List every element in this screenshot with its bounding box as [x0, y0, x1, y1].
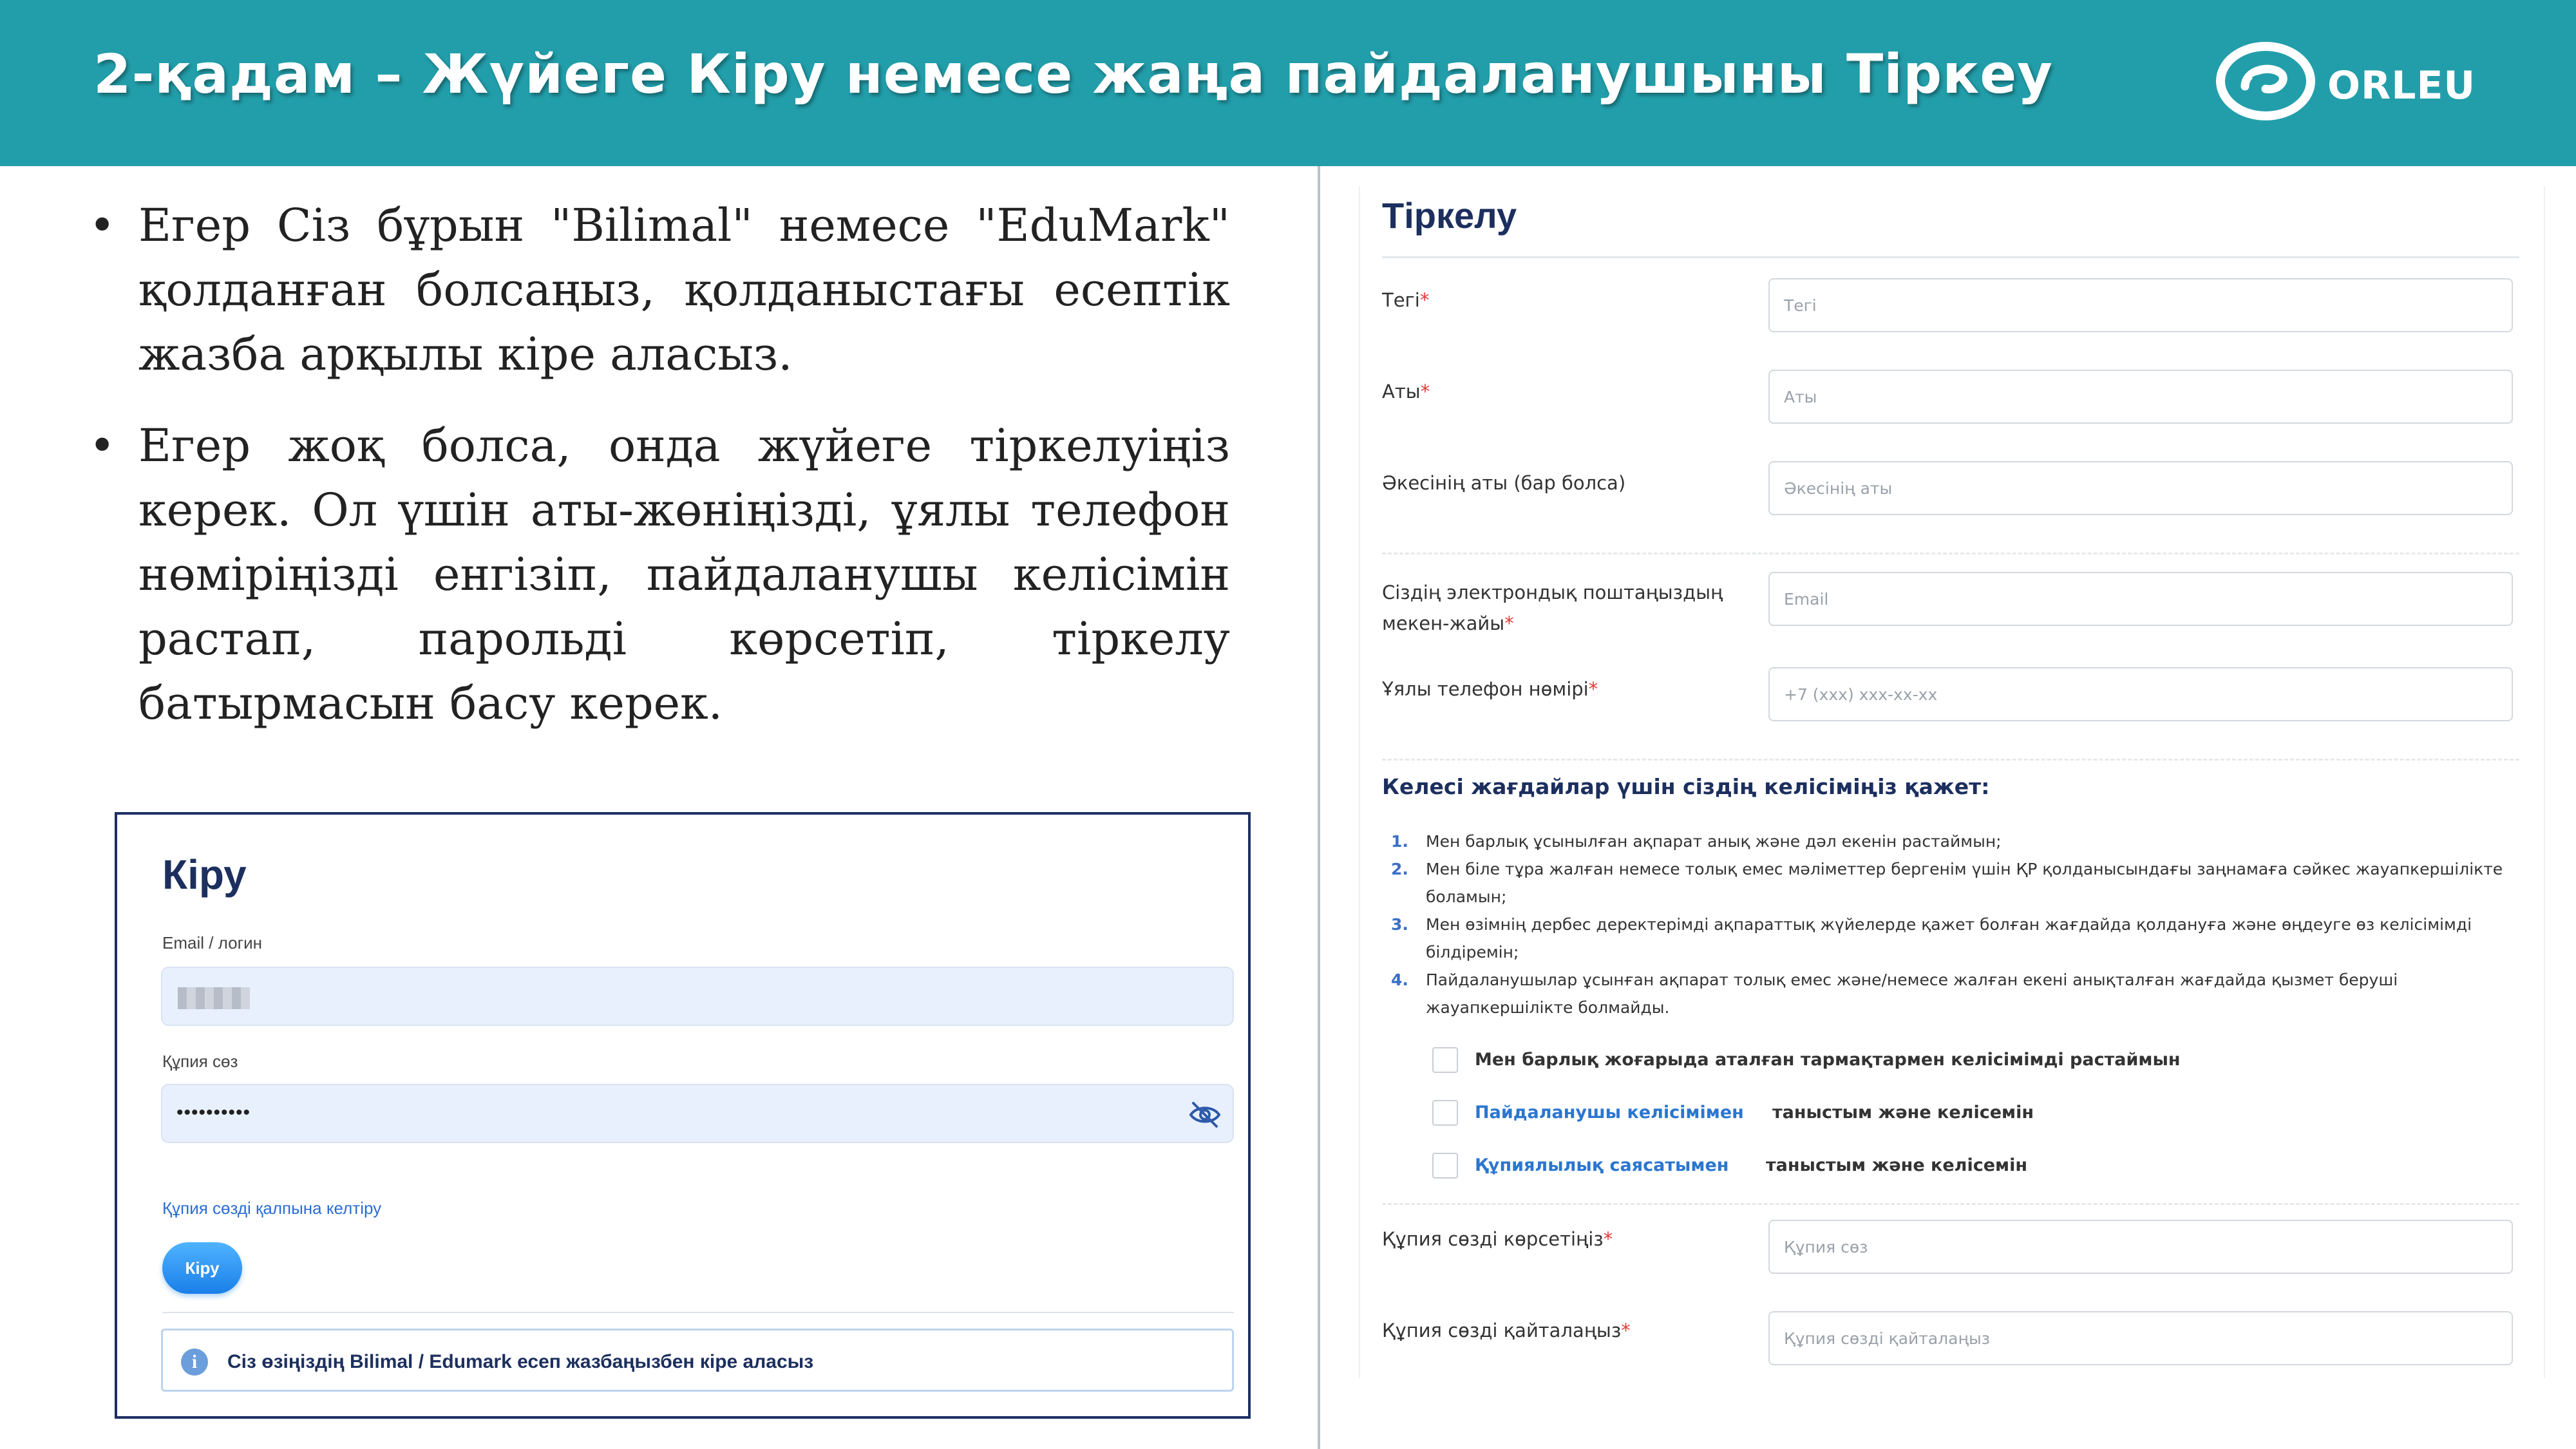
registration-title: Тіркелу: [1382, 195, 1517, 236]
list-item: 2. Мен біле тұра жалған немесе толық емес…: [1391, 860, 2503, 906]
password-input[interactable]: ••••••••••: [161, 1084, 1234, 1143]
privacy-policy-checkbox[interactable]: [1432, 1153, 1458, 1179]
email-label: Email / логин: [162, 933, 262, 952]
email-label: Сіздің электрондық поштаңыздың мекен-жай…: [1382, 582, 1723, 634]
info-text: Сіз өзіңіздің Bilimal / Edumark есеп жаз…: [227, 1351, 814, 1372]
list-item: 4. Пайдаланушылар ұсынған ақпарат толық е…: [1391, 971, 2398, 1017]
bullet-item: • Егер Сіз бұрын "Bilimal" немесе "EduMa…: [84, 193, 1230, 386]
column-divider: [1318, 166, 1320, 1449]
list-item: 3. Мен өзімнің дербес деректерімді ақпара…: [1391, 915, 2472, 961]
first-name-label: Аты*: [1382, 381, 1430, 402]
phone-input[interactable]: +7 (xxx) xxx-xx-xx: [1768, 667, 2513, 721]
bullet-text: Егер Сіз бұрын "Bilimal" немесе "EduMark…: [138, 199, 1230, 381]
surname-input[interactable]: Тегі: [1768, 278, 2513, 332]
user-agreement-checkbox[interactable]: [1432, 1100, 1458, 1126]
first-name-input[interactable]: Аты: [1768, 370, 2513, 424]
patronymic-label: Әкесінің аты (бар болса): [1382, 472, 1626, 494]
password-label: Құпия сөзді көрсетіңіз*: [1382, 1228, 1613, 1250]
patronymic-input[interactable]: Әкесінің аты: [1768, 461, 2513, 515]
login-divider: [162, 1312, 1234, 1313]
info-icon: i: [181, 1349, 208, 1376]
bullet-marker: •: [89, 419, 116, 472]
info-alert: i Сіз өзіңіздің Bilimal / Edumark есеп ж…: [161, 1329, 1234, 1392]
bullet-list: • Егер Сіз бұрын "Bilimal" немесе "EduMa…: [84, 193, 1230, 762]
login-card: Кіру Email / логин Құпия сөз •••••••••• …: [115, 812, 1251, 1419]
password-value: ••••••••••: [176, 1102, 251, 1123]
registration-form: Тіркелу Тегі* Тегі Аты* Аты Әкесінің аты…: [1359, 187, 2545, 1378]
terms-list: 1. Мен барлық ұсынылған ақпарат анық және…: [1382, 828, 2528, 1021]
bullet-marker: •: [89, 199, 116, 252]
user-agreement-label: таныстым және келісемін: [1772, 1103, 2034, 1122]
surname-label: Тегі*: [1382, 289, 1430, 311]
bullet-item: • Егер жоқ болса, онда жүйеге тіркелуіңі…: [84, 413, 1230, 735]
logo-text: ORLEU: [2327, 63, 2476, 108]
repeat-password-input[interactable]: Құпия сөзді қайталаңыз: [1768, 1311, 2513, 1365]
user-agreement-link[interactable]: Пайдаланушы келісімімен: [1475, 1103, 1744, 1122]
title-divider: [1382, 256, 2519, 258]
consent-title: Келесі жағдайлар үшін сіздің келісіміңіз…: [1382, 774, 1990, 799]
orleu-logo-icon: [2216, 42, 2315, 120]
agree-all-checkbox[interactable]: [1432, 1047, 1458, 1073]
reset-password-link[interactable]: Құпия сөзді қалпына келтіру: [162, 1198, 381, 1218]
list-item: 1. Мен барлық ұсынылған ақпарат анық және…: [1391, 832, 2002, 851]
password-label: Құпия сөз: [162, 1052, 238, 1071]
login-title: Кіру: [162, 851, 247, 898]
repeat-password-label: Құпия сөзді қайталаңыз*: [1382, 1320, 1631, 1341]
section-divider: [1382, 759, 2519, 761]
email-input[interactable]: [161, 967, 1234, 1026]
privacy-policy-link[interactable]: Құпиялылық саясатымен: [1475, 1155, 1728, 1175]
login-button[interactable]: Кіру: [162, 1242, 242, 1294]
slide-title: 2-қадам – Жүйеге Кіру немесе жаңа пайдал…: [93, 43, 2053, 106]
slide-header: 2-қадам – Жүйеге Кіру немесе жаңа пайдал…: [0, 0, 2576, 166]
agree-all-label: Мен барлық жоғарыда аталған тармақтармен…: [1475, 1050, 2181, 1070]
bullet-text: Егер жоқ болса, онда жүйеге тіркелуіңіз …: [138, 419, 1230, 730]
phone-label: Ұялы телефон нөмірі*: [1382, 678, 1598, 700]
section-divider: [1382, 1203, 2519, 1205]
eye-off-icon[interactable]: [1188, 1099, 1222, 1130]
privacy-policy-label: таныстым және келісемін: [1766, 1155, 2027, 1175]
section-divider: [1382, 553, 2519, 554]
password-input[interactable]: Құпия сөз: [1768, 1220, 2513, 1274]
email-input[interactable]: Email: [1768, 572, 2513, 626]
blurred-email-value: [178, 987, 250, 1009]
